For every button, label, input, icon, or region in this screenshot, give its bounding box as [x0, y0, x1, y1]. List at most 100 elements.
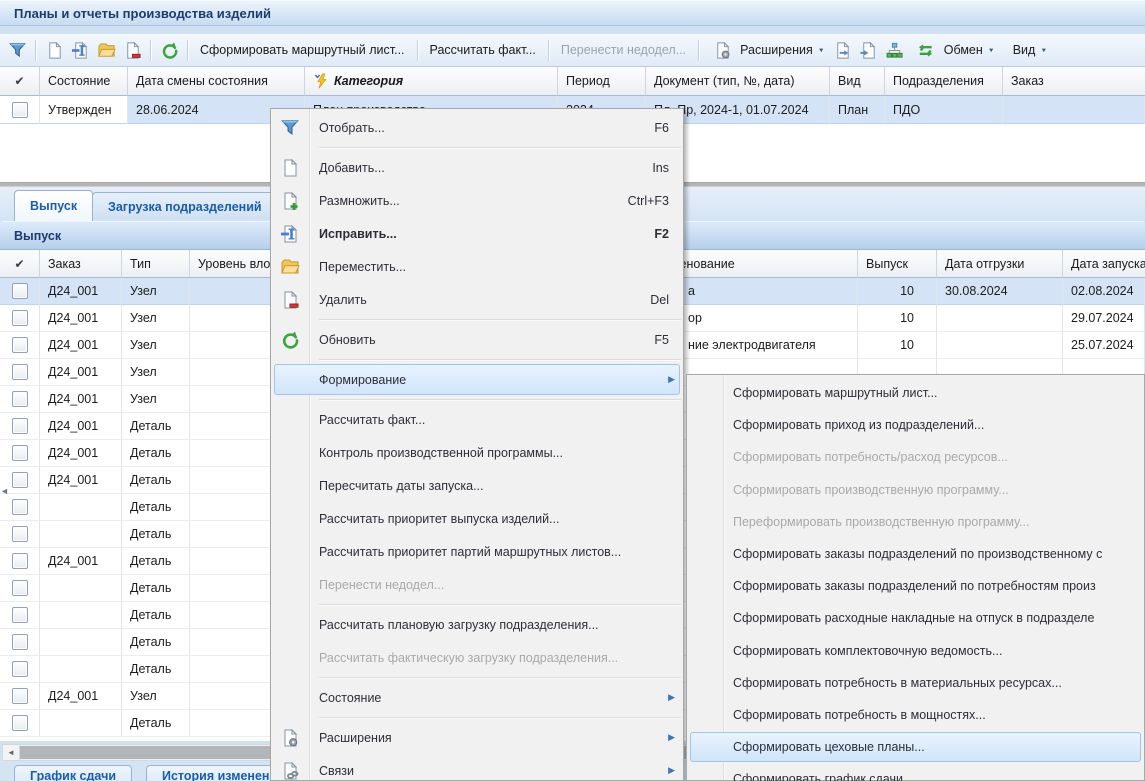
context-menu-item-calc-planned-load[interactable]: Рассчитать плановую загрузку подразделен…	[271, 608, 683, 641]
splitter-collapse-icon[interactable]: ◄	[0, 486, 9, 496]
release-cell-check	[0, 629, 40, 656]
context-menu-item-extensions[interactable]: Расширения▶	[271, 721, 683, 754]
column-header-ship_date[interactable]: Дата отгрузки	[937, 250, 1063, 278]
extensions-dropdown[interactable]: Расширения ▼	[704, 37, 830, 63]
context-menu-item-move[interactable]: Переместить...	[271, 250, 683, 283]
context-menu-item-control-production-program[interactable]: Контроль производственной программы...	[271, 436, 683, 469]
submenu-arrow-icon: ▶	[668, 374, 675, 385]
release-cell-check	[0, 494, 40, 521]
release-cell-order	[40, 575, 122, 602]
release-cell-type: Деталь	[122, 629, 190, 656]
context-menu-item-calc-priority-route-batches[interactable]: Рассчитать приоритет партий маршрутных л…	[271, 535, 683, 568]
submenu-item-form-division-orders-by-demand[interactable]: Сформировать заказы подразделений по пот…	[687, 570, 1144, 602]
context-menu-item-links[interactable]: Связи▶	[271, 754, 683, 781]
column-header-order[interactable]: Заказ	[1003, 67, 1145, 96]
row-checkbox[interactable]	[12, 634, 28, 650]
row-checkbox[interactable]	[12, 445, 28, 461]
column-header-divisions[interactable]: Подразделения	[885, 67, 1003, 96]
row-checkbox[interactable]	[12, 607, 28, 623]
context-menu-item-label: Перенести недодел...	[319, 578, 669, 592]
column-header-check[interactable]: ✔	[0, 67, 40, 96]
row-checkbox[interactable]	[12, 526, 28, 542]
submenu-item-label: Сформировать заказы подразделений по пот…	[733, 579, 1130, 593]
column-header-launch_date[interactable]: Дата запуска	[1063, 250, 1145, 278]
menu-separator	[319, 319, 681, 320]
column-header-type[interactable]: Тип	[122, 250, 190, 278]
structure-icon[interactable]	[884, 39, 906, 61]
delete-icon[interactable]	[121, 39, 143, 61]
submenu-item-form-division-orders-by-production[interactable]: Сформировать заказы подразделений по про…	[687, 538, 1144, 570]
scroll-left-icon[interactable]: ◄	[3, 745, 20, 760]
row-checkbox[interactable]	[12, 688, 28, 704]
import-icon[interactable]	[858, 39, 880, 61]
page-link-icon	[280, 761, 300, 781]
row-checkbox[interactable]	[12, 310, 28, 326]
row-checkbox[interactable]	[12, 391, 28, 407]
submenu-item-label: Сформировать график сдачи...	[733, 772, 1130, 781]
context-menu-item-add[interactable]: Добавить...Ins	[271, 151, 683, 184]
tab-delivery-schedule[interactable]: График сдачи	[14, 765, 132, 781]
calc-fact-button[interactable]: Рассчитать факт...	[423, 40, 543, 60]
edit-icon[interactable]	[69, 39, 91, 61]
context-menu-item-delete[interactable]: УдалитьDel	[271, 283, 683, 316]
submenu-item-form-picking-list[interactable]: Сформировать комплектовочную ведомость..…	[687, 635, 1144, 667]
column-header-kind[interactable]: Вид	[830, 67, 885, 96]
submenu-item-label: Сформировать расходные накладные на отпу…	[733, 611, 1130, 625]
filter-icon[interactable]	[6, 39, 28, 61]
row-checkbox[interactable]	[12, 364, 28, 380]
column-header-order[interactable]: Заказ	[40, 250, 122, 278]
column-header-period[interactable]: Период	[558, 67, 646, 96]
context-menu-item-refresh[interactable]: ОбновитьF5	[271, 323, 683, 356]
carry-backlog-button[interactable]: Перенести недодел...	[554, 40, 693, 60]
release-cell-type: Узел	[122, 278, 190, 305]
toolbar-separator	[187, 40, 188, 61]
plans-row-cell-check	[0, 96, 40, 124]
row-checkbox[interactable]	[12, 499, 28, 515]
exchange-dropdown[interactable]: Обмен ▼	[908, 37, 1000, 63]
exchange-icon	[915, 39, 937, 61]
context-menu-item-label: Рассчитать плановую загрузку подразделен…	[319, 618, 669, 632]
row-checkbox[interactable]	[12, 418, 28, 434]
window-title: Планы и отчеты производства изделий	[0, 0, 1145, 26]
context-menu-item-filter[interactable]: Отобрать...F6	[271, 111, 683, 144]
release-cell-qty: 10	[858, 332, 937, 359]
row-checkbox[interactable]	[12, 661, 28, 677]
context-menu-item-calc-priority-products[interactable]: Рассчитать приоритет выпуска изделий...	[271, 502, 683, 535]
submenu-item-form-shop-plans[interactable]: Сформировать цеховые планы...	[687, 731, 1144, 763]
submenu-item-form-incoming-from-divisions[interactable]: Сформировать приход из подразделений...	[687, 409, 1144, 441]
row-checkbox[interactable]	[12, 472, 28, 488]
export-icon[interactable]	[832, 39, 854, 61]
menu-separator	[319, 677, 681, 678]
context-menu-item-state[interactable]: Состояние▶	[271, 681, 683, 714]
release-cell-order	[40, 656, 122, 683]
column-header-category[interactable]: Категория	[305, 67, 558, 96]
row-checkbox[interactable]	[12, 715, 28, 731]
row-checkbox[interactable]	[12, 337, 28, 353]
row-checkbox[interactable]	[12, 553, 28, 569]
context-menu-item-edit[interactable]: Исправить...F2	[271, 217, 683, 250]
column-header-qty[interactable]: Выпуск	[858, 250, 937, 278]
column-header-check[interactable]: ✔	[0, 250, 40, 278]
submenu-item-form-capacity-demand[interactable]: Сформировать потребность в мощностях...	[687, 699, 1144, 731]
submenu-item-form-material-demand[interactable]: Сформировать потребность в материальных …	[687, 667, 1144, 699]
submenu-item-form-route-sheet[interactable]: Сформировать маршрутный лист...	[687, 377, 1144, 409]
column-header-state[interactable]: Состояние	[40, 67, 128, 96]
row-checkbox[interactable]	[12, 283, 28, 299]
column-header-state_date[interactable]: Дата смены состояния	[128, 67, 305, 96]
context-menu-item-calc-fact[interactable]: Рассчитать факт...	[271, 403, 683, 436]
move-icon[interactable]	[95, 39, 117, 61]
add-icon[interactable]	[43, 39, 65, 61]
submenu-item-form-delivery-schedule[interactable]: Сформировать график сдачи...	[687, 763, 1144, 781]
context-menu-item-formation[interactable]: Формирование▶	[271, 363, 683, 396]
column-header-document[interactable]: Документ (тип, №, дата)	[646, 67, 830, 96]
row-checkbox[interactable]	[12, 580, 28, 596]
context-menu-item-label: Состояние	[319, 691, 669, 705]
refresh-icon[interactable]	[158, 39, 180, 61]
context-menu-item-duplicate[interactable]: Размножить...Ctrl+F3	[271, 184, 683, 217]
row-checkbox[interactable]	[12, 102, 28, 118]
tab-release[interactable]: Выпуск	[14, 190, 93, 221]
format-route-sheet-button[interactable]: Сформировать маршрутный лист...	[193, 40, 412, 60]
submenu-item-form-expense-invoices[interactable]: Сформировать расходные накладные на отпу…	[687, 602, 1144, 634]
context-menu-item-recalc-launch-dates[interactable]: Пересчитать даты запуска...	[271, 469, 683, 502]
view-dropdown[interactable]: Вид ▼	[1008, 41, 1053, 59]
